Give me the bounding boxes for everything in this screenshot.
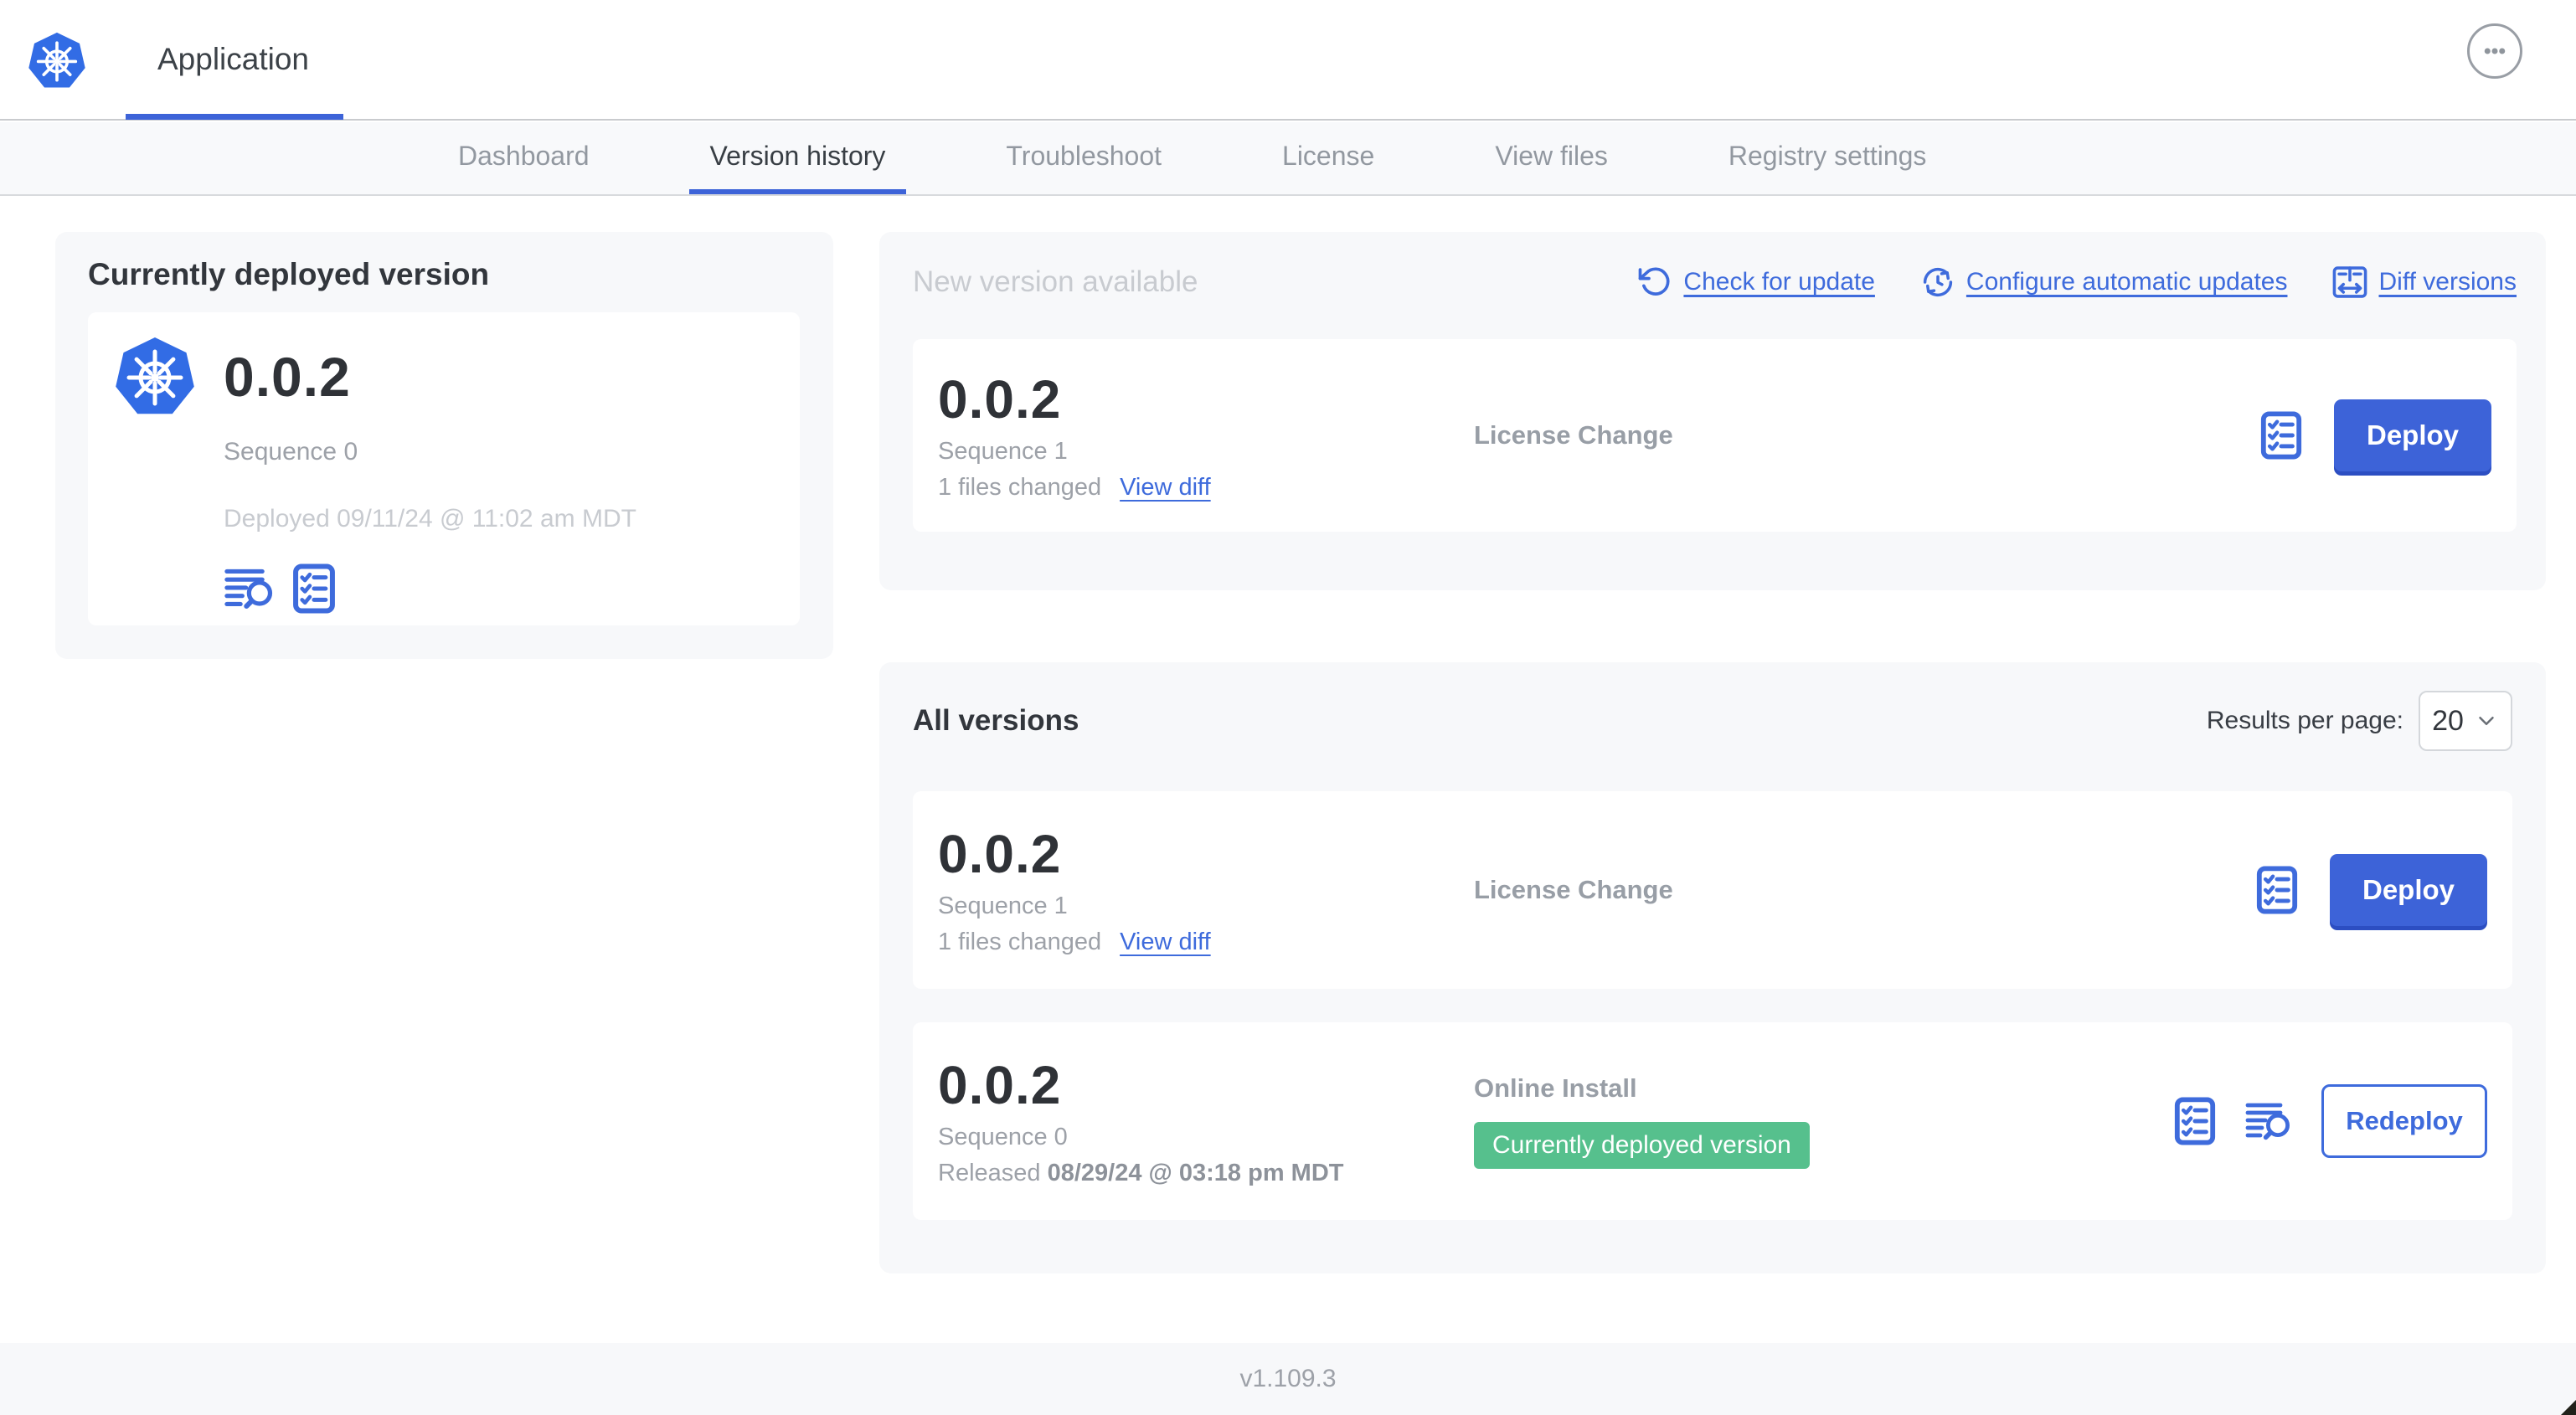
- check-for-update-link[interactable]: Check for update: [1637, 265, 1875, 300]
- cursor-artifact: [2561, 1400, 2576, 1415]
- chevron-down-icon: [2479, 717, 2494, 725]
- all-versions-title: All versions: [913, 704, 1079, 737]
- logs-icon[interactable]: [2244, 1101, 2293, 1141]
- diff-icon: [2333, 266, 2367, 298]
- release-notes-label: License Change: [1474, 420, 1673, 450]
- version-sequence: Sequence 1: [938, 893, 1068, 919]
- logs-icon[interactable]: [224, 567, 276, 610]
- release-notes-label: License Change: [1474, 875, 1673, 904]
- console-version-footer: v1.109.3: [0, 1343, 2576, 1415]
- tab-dashboard[interactable]: Dashboard: [437, 122, 611, 194]
- version-number: 0.0.2: [938, 824, 1062, 884]
- app-title-active-underline: [126, 114, 343, 120]
- view-diff-link[interactable]: View diff: [1120, 474, 1211, 502]
- app-header: Application: [0, 0, 2576, 121]
- version-row: 0.0.2 Sequence 0 Released 08/29/24 @ 03:…: [913, 1022, 2512, 1220]
- version-sequence: Sequence 0: [938, 1124, 1068, 1150]
- checklist-icon[interactable]: [2260, 411, 2302, 460]
- currently-deployed-title: Currently deployed version: [88, 257, 490, 291]
- configure-automatic-updates-link[interactable]: Configure automatic updates: [1920, 265, 2287, 300]
- deployed-version-card: 0.0.2 Sequence 0 Deployed 09/11/24 @ 11:…: [88, 312, 800, 625]
- version-number: 0.0.2: [938, 1055, 1062, 1115]
- console-version: v1.109.3: [1239, 1365, 1337, 1392]
- currently-deployed-panel: Currently deployed version 0.0.2 Sequenc…: [55, 232, 833, 659]
- deployed-timestamp: Deployed 09/11/24 @ 11:02 am MDT: [224, 505, 636, 533]
- tab-registry-settings[interactable]: Registry settings: [1708, 122, 1948, 194]
- redeploy-button[interactable]: Redeploy: [2321, 1084, 2487, 1158]
- view-diff-link[interactable]: View diff: [1120, 929, 1211, 956]
- tab-license[interactable]: License: [1261, 122, 1395, 194]
- deployed-version-number: 0.0.2: [224, 346, 351, 408]
- kubernetes-logo: [27, 30, 87, 92]
- new-version-title: New version available: [913, 265, 1198, 298]
- version-number: 0.0.2: [938, 369, 1062, 430]
- tab-version-history[interactable]: Version history: [688, 122, 907, 194]
- kubernetes-logo: [113, 334, 197, 419]
- all-versions-panel: All versions Results per page: 20 0.0.2 …: [879, 662, 2546, 1274]
- app-tabbar: Dashboard Version history Troubleshoot L…: [0, 122, 2576, 196]
- results-per-page-select[interactable]: 20: [2419, 691, 2512, 751]
- tab-view-files[interactable]: View files: [1474, 122, 1629, 194]
- new-version-panel: New version available Check for update C…: [879, 232, 2546, 590]
- app-title: Application: [157, 42, 310, 76]
- refresh-icon: [1639, 267, 1670, 296]
- deploy-button[interactable]: Deploy: [2330, 854, 2487, 926]
- version-row: 0.0.2 Sequence 1 1 files changed View di…: [913, 791, 2512, 989]
- new-version-card: 0.0.2 Sequence 1 1 files changed View di…: [913, 339, 2517, 532]
- checklist-icon[interactable]: [2256, 866, 2298, 914]
- admin-console-page: Application Dashboard Version history Tr…: [0, 0, 2576, 1415]
- files-changed-label: 1 files changed: [938, 929, 1102, 955]
- checklist-icon[interactable]: [292, 563, 336, 614]
- results-per-page-label: Results per page:: [2206, 707, 2403, 734]
- checklist-icon[interactable]: [2174, 1097, 2216, 1145]
- deployed-sequence: Sequence 0: [224, 438, 358, 466]
- files-changed-label: 1 files changed: [938, 474, 1102, 501]
- version-sequence: Sequence 1: [938, 438, 1068, 465]
- diff-versions-link[interactable]: Diff versions: [2332, 265, 2517, 300]
- currently-deployed-badge: Currently deployed version: [1474, 1122, 1810, 1169]
- released-timestamp: Released 08/29/24 @ 03:18 pm MDT: [938, 1160, 1344, 1186]
- schedule-update-icon: [1923, 267, 1953, 297]
- ellipsis-icon: [2484, 48, 2506, 54]
- tab-troubleshoot[interactable]: Troubleshoot: [985, 122, 1182, 194]
- install-type-label: Online Install: [1474, 1073, 1637, 1103]
- overflow-menu-button[interactable]: [2467, 23, 2522, 79]
- deploy-button[interactable]: Deploy: [2334, 399, 2491, 471]
